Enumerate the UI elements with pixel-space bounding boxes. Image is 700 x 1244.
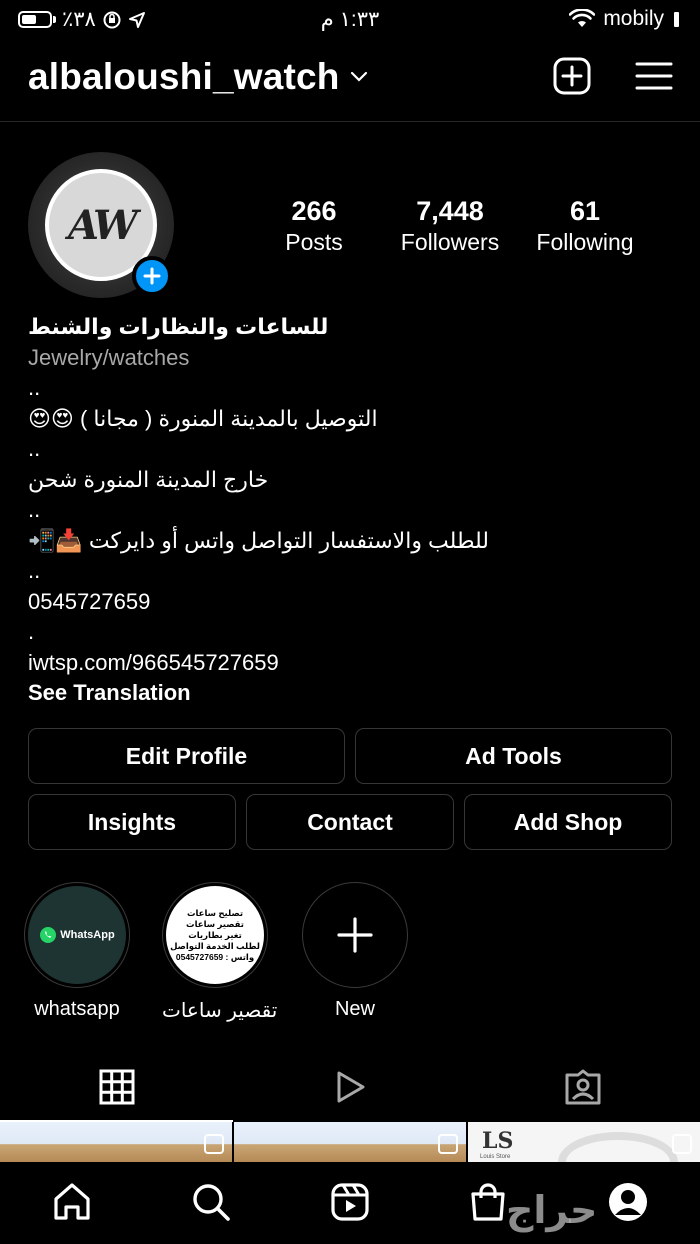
reels-play-icon (337, 1071, 364, 1103)
nav-home[interactable] (50, 1180, 94, 1224)
cover-line: تغير بطاريات (188, 929, 242, 940)
profile-header: albaloushi_watch (0, 48, 700, 122)
profile-avatar[interactable]: AW (28, 152, 174, 298)
highlight-cover (306, 886, 404, 984)
profile-tabs (0, 1052, 700, 1122)
bio-line: خارج المدينة المنورة شحن (28, 466, 269, 492)
highlight-cover: WhatsApp (28, 886, 126, 984)
tab-posts-grid[interactable] (0, 1052, 233, 1122)
bio-line: للطلب والاستفسار التواصل واتس أو دايركت … (28, 527, 489, 553)
highlight-new[interactable]: New (302, 882, 408, 1021)
plus-icon (337, 917, 373, 953)
grid-icon (99, 1069, 134, 1105)
tagged-person-icon (565, 1069, 600, 1105)
cover-line: واتس : 0545727659 (175, 951, 255, 962)
whatsapp-icon (40, 927, 57, 943)
profile-bio: للساعات والنظارات والشنط Jewelry/watches… (28, 312, 678, 709)
profile-avatar-icon (609, 1183, 647, 1221)
multi-photo-icon (672, 1134, 692, 1154)
see-translation-link[interactable]: See Translation (28, 678, 678, 709)
followers-label: Followers (400, 229, 500, 255)
bio-phone[interactable]: 0545727659 (28, 587, 678, 618)
edit-profile-button[interactable]: Edit Profile (28, 728, 345, 784)
home-icon (54, 1183, 90, 1220)
tab-tagged[interactable] (466, 1052, 699, 1122)
multi-photo-icon (438, 1134, 458, 1154)
carrier-name: mobily (603, 7, 664, 30)
haraj-watermark: حراج (506, 1188, 598, 1232)
post-logo: LS (482, 1128, 514, 1154)
menu-button[interactable] (634, 56, 674, 96)
whatsapp-badge-text: WhatsApp (60, 929, 115, 941)
wifi-icon (569, 9, 596, 27)
status-left: ٪٣٨ (18, 7, 146, 32)
add-story-button[interactable] (132, 256, 172, 296)
posts-count: 266 (291, 196, 337, 226)
posts-grid: LS Louis Store (0, 1122, 700, 1162)
add-shop-button[interactable]: Add Shop (464, 794, 672, 850)
chevron-down-icon (350, 71, 367, 82)
nav-shop[interactable] (466, 1180, 510, 1224)
tab-reels[interactable] (233, 1052, 466, 1122)
reels-icon (331, 1183, 369, 1221)
highlight-label: تقصير ساعات (162, 1000, 278, 1022)
posts-stat[interactable]: 266 Posts (244, 196, 384, 256)
status-bar: ٪٣٨ ١:٣٣ م mobily (0, 0, 700, 40)
status-time: ١:٣٣ م (320, 8, 380, 31)
nav-profile[interactable] (606, 1180, 650, 1224)
bio-line: . (28, 619, 35, 644)
bio-line: .. (28, 436, 41, 461)
posts-label: Posts (285, 229, 343, 255)
status-right: mobily (569, 7, 682, 31)
bio-link[interactable]: iwtsp.com/966545727659 (28, 648, 678, 679)
signal-icon (674, 12, 679, 27)
account-switcher[interactable]: albaloushi_watch (28, 56, 368, 98)
battery-percent: ٪٣٨ (62, 8, 96, 31)
bio-line: .. (28, 497, 41, 522)
post-logo-subtext: Louis Store (480, 1154, 511, 1160)
highlight-whatsapp[interactable]: WhatsApp whatsapp (24, 882, 130, 1021)
shopping-bag-icon (471, 1183, 505, 1221)
location-icon (128, 11, 145, 28)
battery-icon (18, 11, 52, 28)
new-post-icon (553, 57, 591, 95)
following-label: Following (536, 229, 634, 255)
cover-line: لطلب الخدمة التواصل (170, 940, 260, 951)
following-count: 61 (569, 196, 601, 226)
cover-line: تصليح ساعات (186, 907, 244, 918)
post-thumbnail[interactable] (234, 1122, 466, 1162)
insights-button[interactable]: Insights (28, 794, 236, 850)
multi-photo-icon (204, 1134, 224, 1154)
nav-search[interactable] (189, 1180, 233, 1224)
bio-line: التوصيل بالمدينة المنورة ( مجانا ) 😍😍 (28, 405, 378, 431)
followers-count: 7,448 (416, 196, 484, 226)
post-thumbnail[interactable]: LS Louis Store (468, 1122, 700, 1162)
post-thumbnail[interactable] (0, 1122, 232, 1162)
bio-line: .. (28, 375, 41, 400)
followers-stat[interactable]: 7,448 Followers (380, 196, 520, 256)
highlight-label: New (334, 998, 375, 1020)
highlight-label: whatsapp (34, 998, 120, 1020)
following-stat[interactable]: 61 Following (515, 196, 655, 256)
search-icon (193, 1184, 230, 1221)
cover-line: تقصير ساعات (186, 918, 244, 929)
plus-icon (143, 267, 161, 285)
ad-tools-button[interactable]: Ad Tools (355, 728, 672, 784)
contact-button[interactable]: Contact (246, 794, 454, 850)
username: albaloushi_watch (28, 56, 340, 97)
profile-name: للساعات والنظارات والشنط (28, 314, 329, 339)
orientation-lock-icon (103, 11, 121, 28)
nav-reels[interactable] (328, 1180, 372, 1224)
highlight-watch-shortening[interactable]: تصليح ساعات تقصير ساعات تغير بطاريات لطل… (162, 882, 278, 1023)
bio-line: .. (28, 558, 41, 583)
new-post-button[interactable] (552, 56, 592, 96)
highlight-cover: تصليح ساعات تقصير ساعات تغير بطاريات لطل… (166, 886, 264, 984)
menu-icon (635, 62, 673, 90)
profile-category: Jewelry/watches (28, 344, 190, 370)
